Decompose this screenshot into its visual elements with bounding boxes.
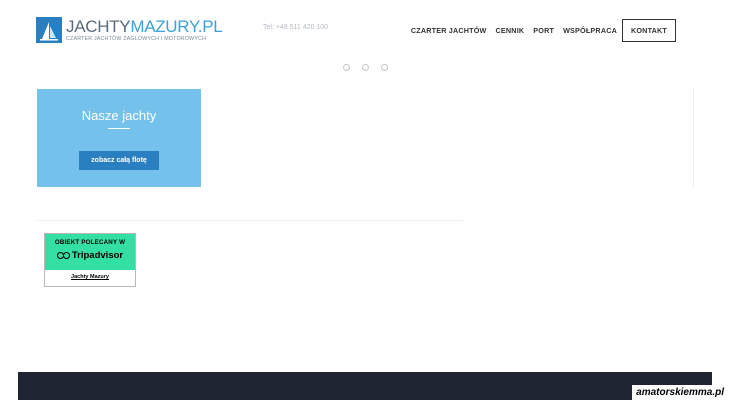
tripadvisor-brand: Tripadvisor — [71, 250, 124, 261]
fleet-card-title: Nasze jachty — [81, 108, 157, 123]
phone-number[interactable]: Tel: +48 511 420 100 — [263, 24, 328, 31]
title-divider — [108, 128, 130, 129]
sailboat-icon — [36, 17, 62, 43]
logo-title: JACHTYMAZURY.PL — [66, 17, 223, 36]
vertical-divider — [693, 89, 694, 187]
slider-pagination — [343, 64, 400, 71]
site-logo[interactable]: JACHTYMAZURY.PL CZARTER JACHTÓW ŻAGLOWYC… — [36, 16, 223, 44]
nav-item-port[interactable]: PORT — [533, 26, 554, 35]
fleet-card: Nasze jachty zobacz całą flotę — [37, 89, 201, 187]
nav-item-czarter[interactable]: CZARTER JACHTÓW — [411, 26, 487, 35]
nav-item-wspolpraca[interactable]: WSPÓŁPRACA — [563, 26, 617, 35]
tripadvisor-heading: OBIEKT POLECANY W — [54, 239, 126, 246]
contact-button[interactable]: KONTAKT — [622, 19, 676, 42]
slider-dot[interactable] — [343, 64, 350, 71]
slider-dot[interactable] — [362, 64, 369, 71]
nav-item-cennik[interactable]: CENNIK — [496, 26, 525, 35]
view-fleet-button[interactable]: zobacz całą flotę — [79, 151, 159, 170]
main-nav: CZARTER JACHTÓW CENNIK PORT WSPÓŁPRACA K… — [402, 19, 676, 42]
tripadvisor-owl-icon — [56, 251, 70, 260]
slider-dot[interactable] — [381, 64, 388, 71]
tripadvisor-link[interactable]: Jachty Mazury — [45, 270, 135, 280]
logo-subtitle: CZARTER JACHTÓW ŻAGLOWYCH I MOTOROWYCH — [66, 36, 207, 42]
watermark: amatorskiemma.pl — [632, 385, 730, 400]
footer — [18, 372, 712, 400]
tripadvisor-badge[interactable]: OBIEKT POLECANY W Tripadvisor Jachty Maz… — [44, 233, 136, 287]
horizontal-divider — [37, 220, 463, 221]
